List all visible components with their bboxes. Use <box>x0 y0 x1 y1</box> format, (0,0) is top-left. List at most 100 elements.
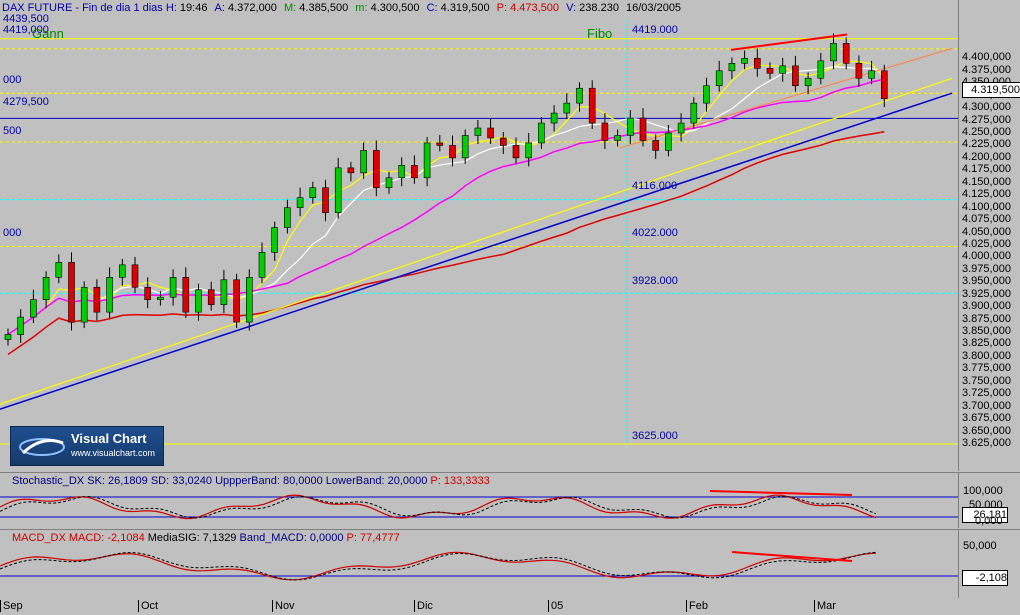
stoch-divergence-line <box>709 490 853 496</box>
logo-url: www.visualchart.com <box>71 448 156 458</box>
candle <box>411 155 418 184</box>
c-label: C: <box>426 2 438 14</box>
candle <box>233 273 240 329</box>
macd-title: MACD_DX <box>12 532 66 544</box>
fib-label-4419: 4419.000 <box>632 24 678 36</box>
macd-p-value: 77,4777 <box>360 532 400 544</box>
candle <box>614 129 621 147</box>
macd-value: -2,1084 <box>107 532 145 544</box>
h-label: H: <box>165 2 177 14</box>
stoch-sd-line <box>0 495 877 519</box>
macd-axis[interactable]: 50,000 -2,108 <box>958 529 1020 599</box>
candle <box>398 157 406 187</box>
m-value: 4.385,500 <box>299 2 349 14</box>
stoch-lb-label: LowerBand: <box>325 475 385 487</box>
candle <box>715 60 723 92</box>
stoch-ub-value: 80,0000 <box>282 475 323 487</box>
fib-label-4116: 4116.000 <box>632 180 678 192</box>
candle <box>258 242 266 284</box>
time-axis-label: Oct <box>138 600 158 612</box>
candle <box>106 267 113 319</box>
stoch-p-value: 133,3333 <box>443 475 490 487</box>
price-tick-label: 3.675,000 <box>962 412 1011 425</box>
candle <box>423 136 431 187</box>
stoch-sd-value: 33,0240 <box>172 475 213 487</box>
candle <box>461 129 469 164</box>
gann-label: Gann <box>32 26 64 41</box>
divergence-line <box>730 33 848 51</box>
candle <box>55 254 63 284</box>
mn-value: 4.300,500 <box>370 2 420 14</box>
period-label: Fin de dia 1 dias <box>82 2 163 14</box>
candle <box>284 199 291 234</box>
candle <box>207 281 215 311</box>
logo-swoosh-icon <box>17 433 67 459</box>
p-label: P: <box>496 2 508 14</box>
stoch-lb-value: 20,0000 <box>387 475 428 487</box>
stoch-title: Stochastic_DX <box>12 475 85 487</box>
stochastic-legend: Stochastic_DX SK: 26,1809 SD: 33,0240 Up… <box>12 475 490 487</box>
price-tick-label: 3.900,000 <box>962 300 1011 313</box>
price-axis[interactable]: 4.400,0004.375,0004.350,0004.325,0004.30… <box>958 0 1020 471</box>
candle <box>550 105 558 132</box>
candle <box>93 279 101 321</box>
price-tick-label: 4.025,000 <box>962 237 1011 250</box>
candle <box>68 252 75 331</box>
candle <box>449 135 456 167</box>
price-tick-label: 4.125,000 <box>962 188 1011 201</box>
candle <box>538 117 545 149</box>
candle <box>372 140 380 197</box>
candle <box>4 328 12 346</box>
candle <box>246 269 253 331</box>
candle <box>296 187 304 217</box>
candle <box>766 62 774 80</box>
stoch-axis-top: 100,000 <box>963 485 1003 497</box>
price-tick-label: 4.275,000 <box>962 113 1011 126</box>
mn-label: m: <box>355 2 368 14</box>
candle <box>703 77 710 112</box>
fibo-label: Fibo <box>587 26 613 41</box>
candle <box>842 37 850 70</box>
candle <box>309 181 317 204</box>
price-tick-label: 3.850,000 <box>962 325 1011 338</box>
quote-header: DAX FUTURE - Fin de dia 1 dias H: 19:46 … <box>2 2 682 14</box>
price-tick-label: 4.175,000 <box>962 163 1011 176</box>
level-label-4279: 4279,500 <box>3 96 49 108</box>
logo-name: Visual Chart <box>71 431 147 446</box>
macd-divergence-line <box>731 551 853 562</box>
candle <box>868 60 875 85</box>
candle <box>626 110 634 144</box>
price-tick-label: 3.800,000 <box>962 349 1011 362</box>
price-chart <box>0 20 958 445</box>
candle <box>855 55 863 87</box>
gann-trend-line <box>0 92 953 410</box>
macd-pane[interactable]: MACD_DX MACD: -2,1084 MediaSIG: 7,1329 B… <box>0 529 958 599</box>
stoch-axis-bot: 0,000 <box>975 515 1003 527</box>
price-tick-label: 4.075,000 <box>962 213 1011 226</box>
price-tick-label: 4.050,000 <box>962 225 1011 238</box>
macd-p-label: P: <box>346 532 357 544</box>
macd-band-label: Band_MACD: <box>239 532 307 544</box>
time-axis-label: Nov <box>272 600 295 612</box>
candle <box>741 50 748 70</box>
price-tick-label: 3.725,000 <box>962 387 1011 400</box>
candle <box>144 277 151 309</box>
c-value: 4.319,500 <box>440 2 490 14</box>
candle <box>42 271 50 309</box>
candle <box>677 113 685 142</box>
macd-axis-top: 50,000 <box>963 540 997 552</box>
candle <box>563 93 571 120</box>
candle <box>385 171 393 194</box>
candle <box>792 55 799 92</box>
candle <box>80 281 88 329</box>
stochastic-axis[interactable]: 100,000 50,000 26,181 0,000 <box>958 472 1020 528</box>
fibo-trend-line <box>0 77 953 405</box>
time-axis-label: Feb <box>686 600 708 612</box>
price-tick-label: 4.375,000 <box>962 63 1011 76</box>
candle <box>271 221 279 261</box>
time-axis[interactable]: Sep Oct Nov Dic 05 Feb Mar <box>0 598 1020 615</box>
macd-label: MACD: <box>68 532 105 544</box>
candle <box>474 120 482 144</box>
price-chart-pane[interactable] <box>0 0 958 471</box>
stochastic-pane[interactable]: Stochastic_DX SK: 26,1809 SD: 33,0240 Up… <box>0 472 958 528</box>
